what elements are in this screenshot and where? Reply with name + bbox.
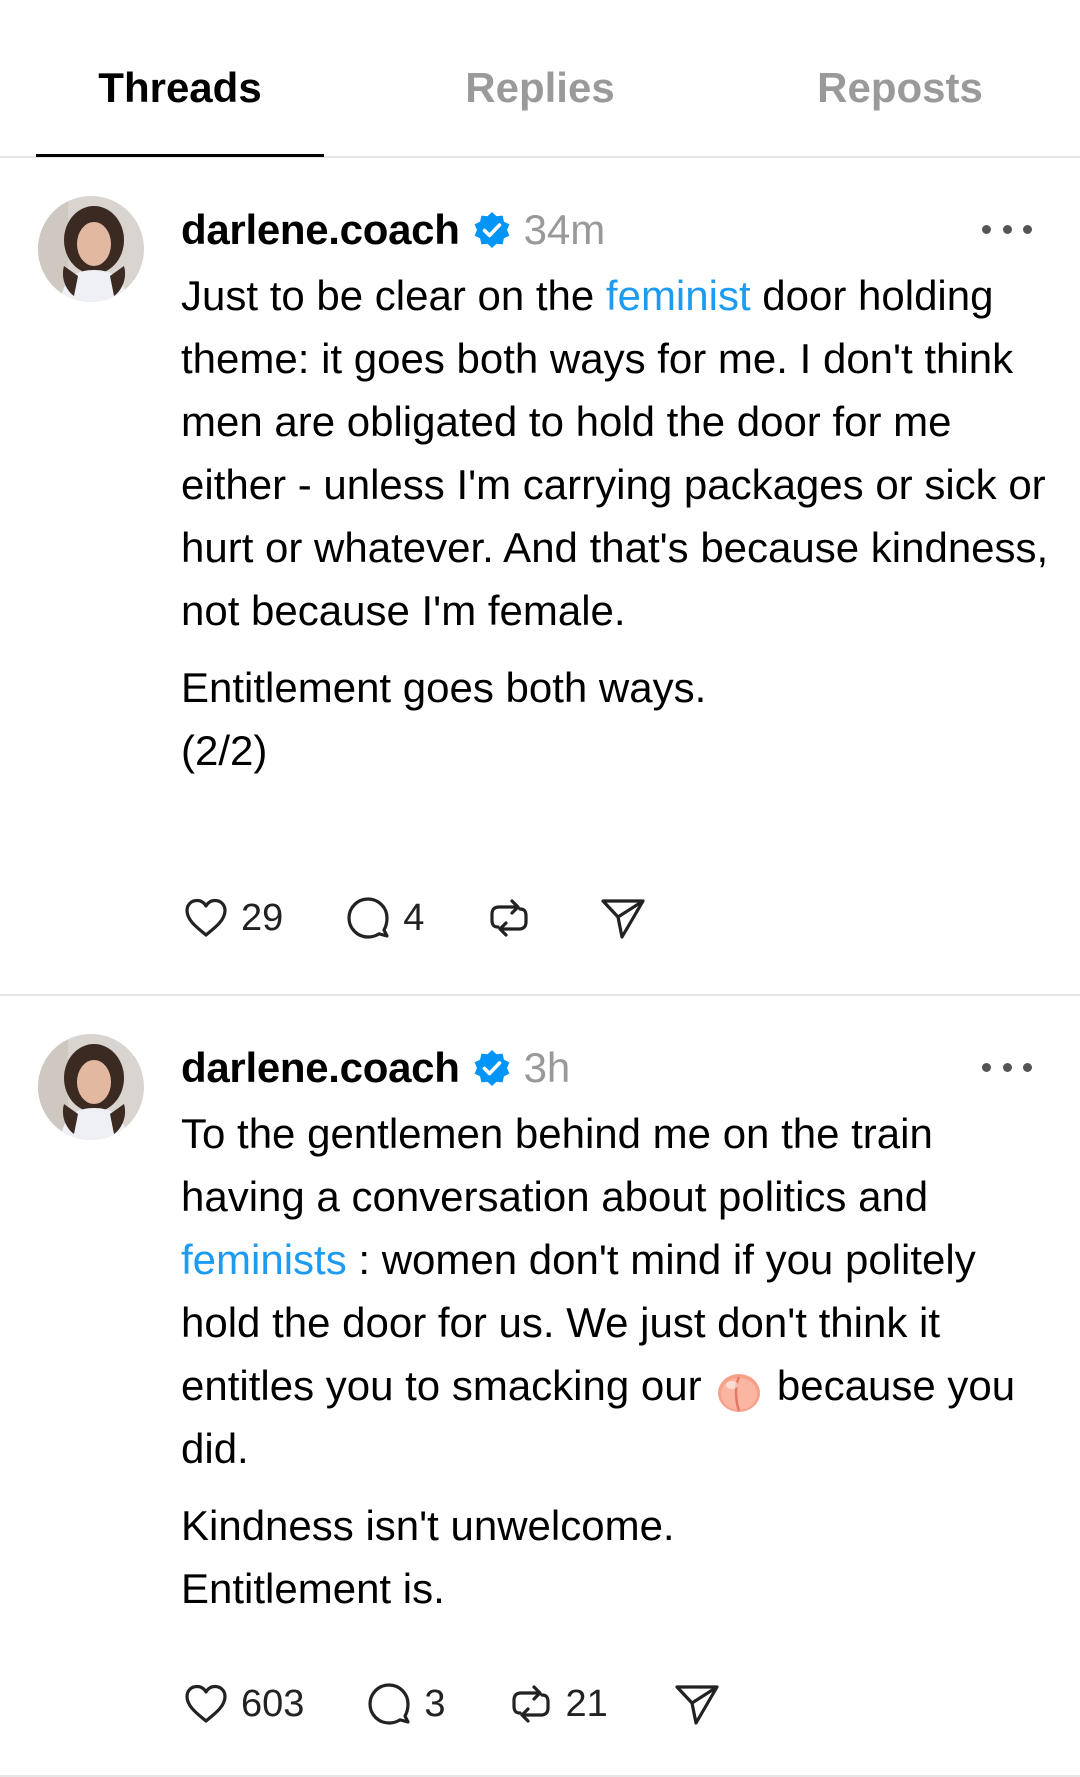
- verified-badge-icon: [472, 210, 512, 250]
- verified-badge-icon: [472, 1048, 512, 1088]
- more-options-icon[interactable]: [982, 214, 1032, 244]
- avatar[interactable]: [38, 196, 144, 302]
- thread-post[interactable]: darlene.coach 34m Just to be clear on th…: [0, 158, 1080, 996]
- thread-post[interactable]: darlene.coach 3h To the gentlemen behind…: [0, 996, 1080, 1777]
- active-tab-indicator: [36, 154, 324, 157]
- reply-count: 4: [403, 896, 425, 939]
- heart-icon: [185, 1684, 227, 1723]
- reply-button[interactable]: 3: [364, 1679, 446, 1729]
- username[interactable]: darlene.coach: [181, 206, 460, 254]
- like-button[interactable]: 603: [181, 1679, 304, 1729]
- post-actions: 603 3 21: [181, 1674, 722, 1734]
- post-paragraph: Entitlement goes both ways. (2/2): [181, 664, 707, 774]
- post-paragraph: To the gentlemen behind me on the train …: [181, 1110, 1016, 1472]
- repost-icon: [511, 1685, 550, 1723]
- peach-emoji-icon: [713, 1363, 765, 1415]
- repost-button[interactable]: 21: [506, 1679, 608, 1729]
- like-button[interactable]: 29: [181, 893, 283, 943]
- post-header: darlene.coach 3h: [181, 1038, 570, 1098]
- repost-count: 21: [565, 1682, 608, 1725]
- send-icon: [601, 899, 646, 939]
- hashtag-link[interactable]: feminists: [181, 1236, 347, 1283]
- send-icon: [675, 1685, 719, 1725]
- reply-count: 3: [424, 1682, 446, 1725]
- more-options-icon[interactable]: [982, 1052, 1032, 1082]
- post-paragraph: Kindness isn't unwelcome. Entitlement is.: [181, 1502, 675, 1612]
- profile-tabs: Threads Replies Reposts: [0, 0, 1080, 158]
- share-button[interactable]: [598, 893, 648, 943]
- comment-icon: [368, 1683, 411, 1725]
- share-button[interactable]: [672, 1679, 722, 1729]
- avatar[interactable]: [38, 1034, 144, 1140]
- post-body: To the gentlemen behind me on the train …: [181, 1102, 1061, 1620]
- post-header: darlene.coach 34m: [181, 200, 605, 260]
- username[interactable]: darlene.coach: [181, 1044, 460, 1092]
- like-count: 603: [241, 1682, 305, 1725]
- post-timestamp: 34m: [523, 206, 606, 253]
- hashtag-link[interactable]: feminist: [606, 272, 751, 319]
- post-timestamp: 3h: [523, 1044, 571, 1091]
- like-count: 29: [241, 896, 284, 939]
- reply-button[interactable]: 4: [343, 893, 424, 943]
- repost-button[interactable]: [484, 893, 534, 943]
- heart-icon: [185, 898, 227, 937]
- tab-replies[interactable]: Replies: [396, 58, 684, 118]
- post-paragraph: Just to be clear on the feminist door ho…: [181, 272, 1049, 634]
- repost-icon: [490, 899, 529, 937]
- tab-threads[interactable]: Threads: [36, 58, 324, 118]
- comment-icon: [347, 897, 389, 939]
- post-actions: 29 4: [181, 888, 648, 948]
- post-body: Just to be clear on the feminist door ho…: [181, 264, 1061, 782]
- tab-reposts[interactable]: Reposts: [756, 58, 1044, 118]
